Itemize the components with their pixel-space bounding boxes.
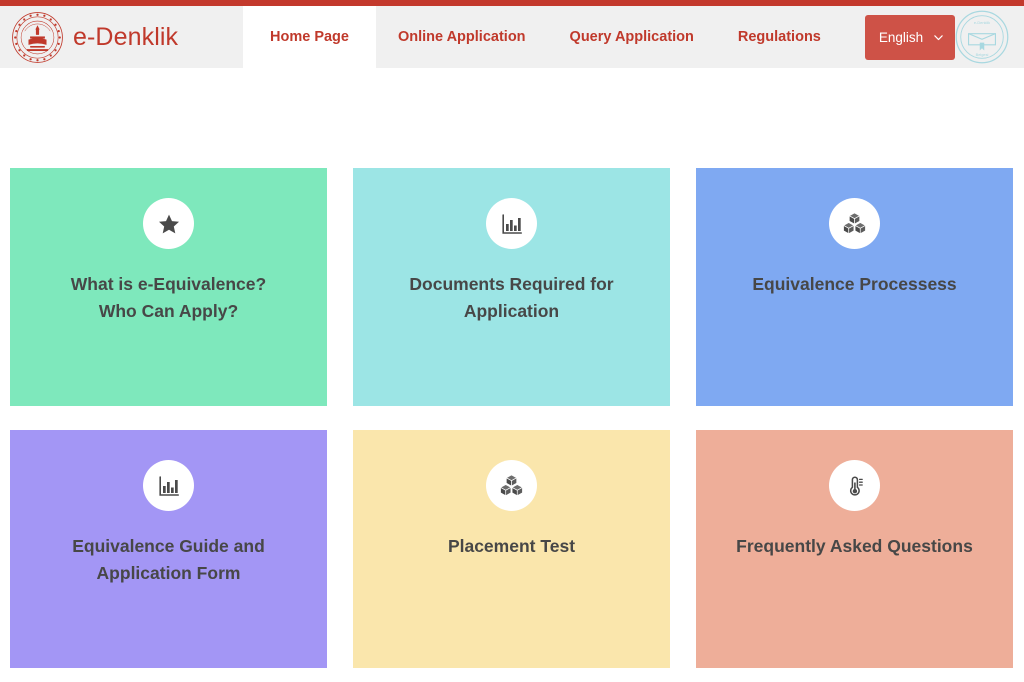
main-navigation: Home Page Online Application Query Appli…: [243, 6, 955, 68]
card-what-is-e-equivalence[interactable]: What is e-Equivalence? Who Can Apply?: [10, 168, 327, 406]
nav-item-regulations-label: Regulations: [737, 29, 821, 45]
card-title: Equivalence Guide and Application Form: [72, 536, 265, 584]
card-title: Documents Required for Application: [409, 274, 614, 322]
bar-chart-icon: [143, 460, 194, 511]
card-equivalence-processess[interactable]: Equivalence Processess: [696, 168, 1013, 406]
nav-item-home-page-label: Home Page: [270, 29, 349, 45]
card-equivalence-guide[interactable]: Equivalence Guide and Application Form: [10, 430, 327, 668]
brand-logo[interactable]: e-Denklik: [0, 6, 243, 68]
bar-chart-icon: [486, 198, 537, 249]
site-header: e-Denklik Home Page Online Application Q…: [0, 6, 1024, 68]
nav-item-query-application[interactable]: Query Application: [548, 6, 716, 68]
ministry-emblem-icon: [11, 11, 64, 64]
language-selector-value: English: [878, 29, 924, 45]
card-documents-required[interactable]: Documents Required for Application: [353, 168, 670, 406]
nav-item-online-application-label: Online Application: [397, 29, 526, 45]
card-title: Placement Test: [447, 536, 576, 556]
feature-cards-grid: What is e-Equivalence? Who Can Apply? Do…: [10, 168, 1014, 668]
cubes-icon: [829, 198, 880, 249]
nav-item-online-application[interactable]: Online Application: [376, 6, 548, 68]
chevron-down-icon: [933, 32, 944, 43]
card-title: Frequently Asked Questions: [736, 536, 973, 556]
thermometer-icon: [829, 460, 880, 511]
brand-name: e-Denklik: [73, 22, 179, 51]
nav-item-home-page[interactable]: Home Page: [243, 6, 376, 68]
diploma-seal-icon: e-Denklik Belgesi: [954, 9, 1010, 65]
nav-item-query-application-label: Query Application: [569, 29, 694, 45]
svg-text:Belgesi: Belgesi: [976, 52, 989, 57]
card-frequently-asked-questions[interactable]: Frequently Asked Questions: [696, 430, 1013, 668]
language-selector[interactable]: English: [864, 14, 955, 60]
star-icon: [143, 198, 194, 249]
card-placement-test[interactable]: Placement Test: [353, 430, 670, 668]
nav-item-regulations[interactable]: Regulations: [716, 6, 843, 68]
cubes-icon: [486, 460, 537, 511]
svg-text:e-Denklik: e-Denklik: [974, 20, 990, 25]
card-title: What is e-Equivalence? Who Can Apply?: [70, 274, 267, 322]
card-title: Equivalence Processess: [752, 274, 957, 294]
